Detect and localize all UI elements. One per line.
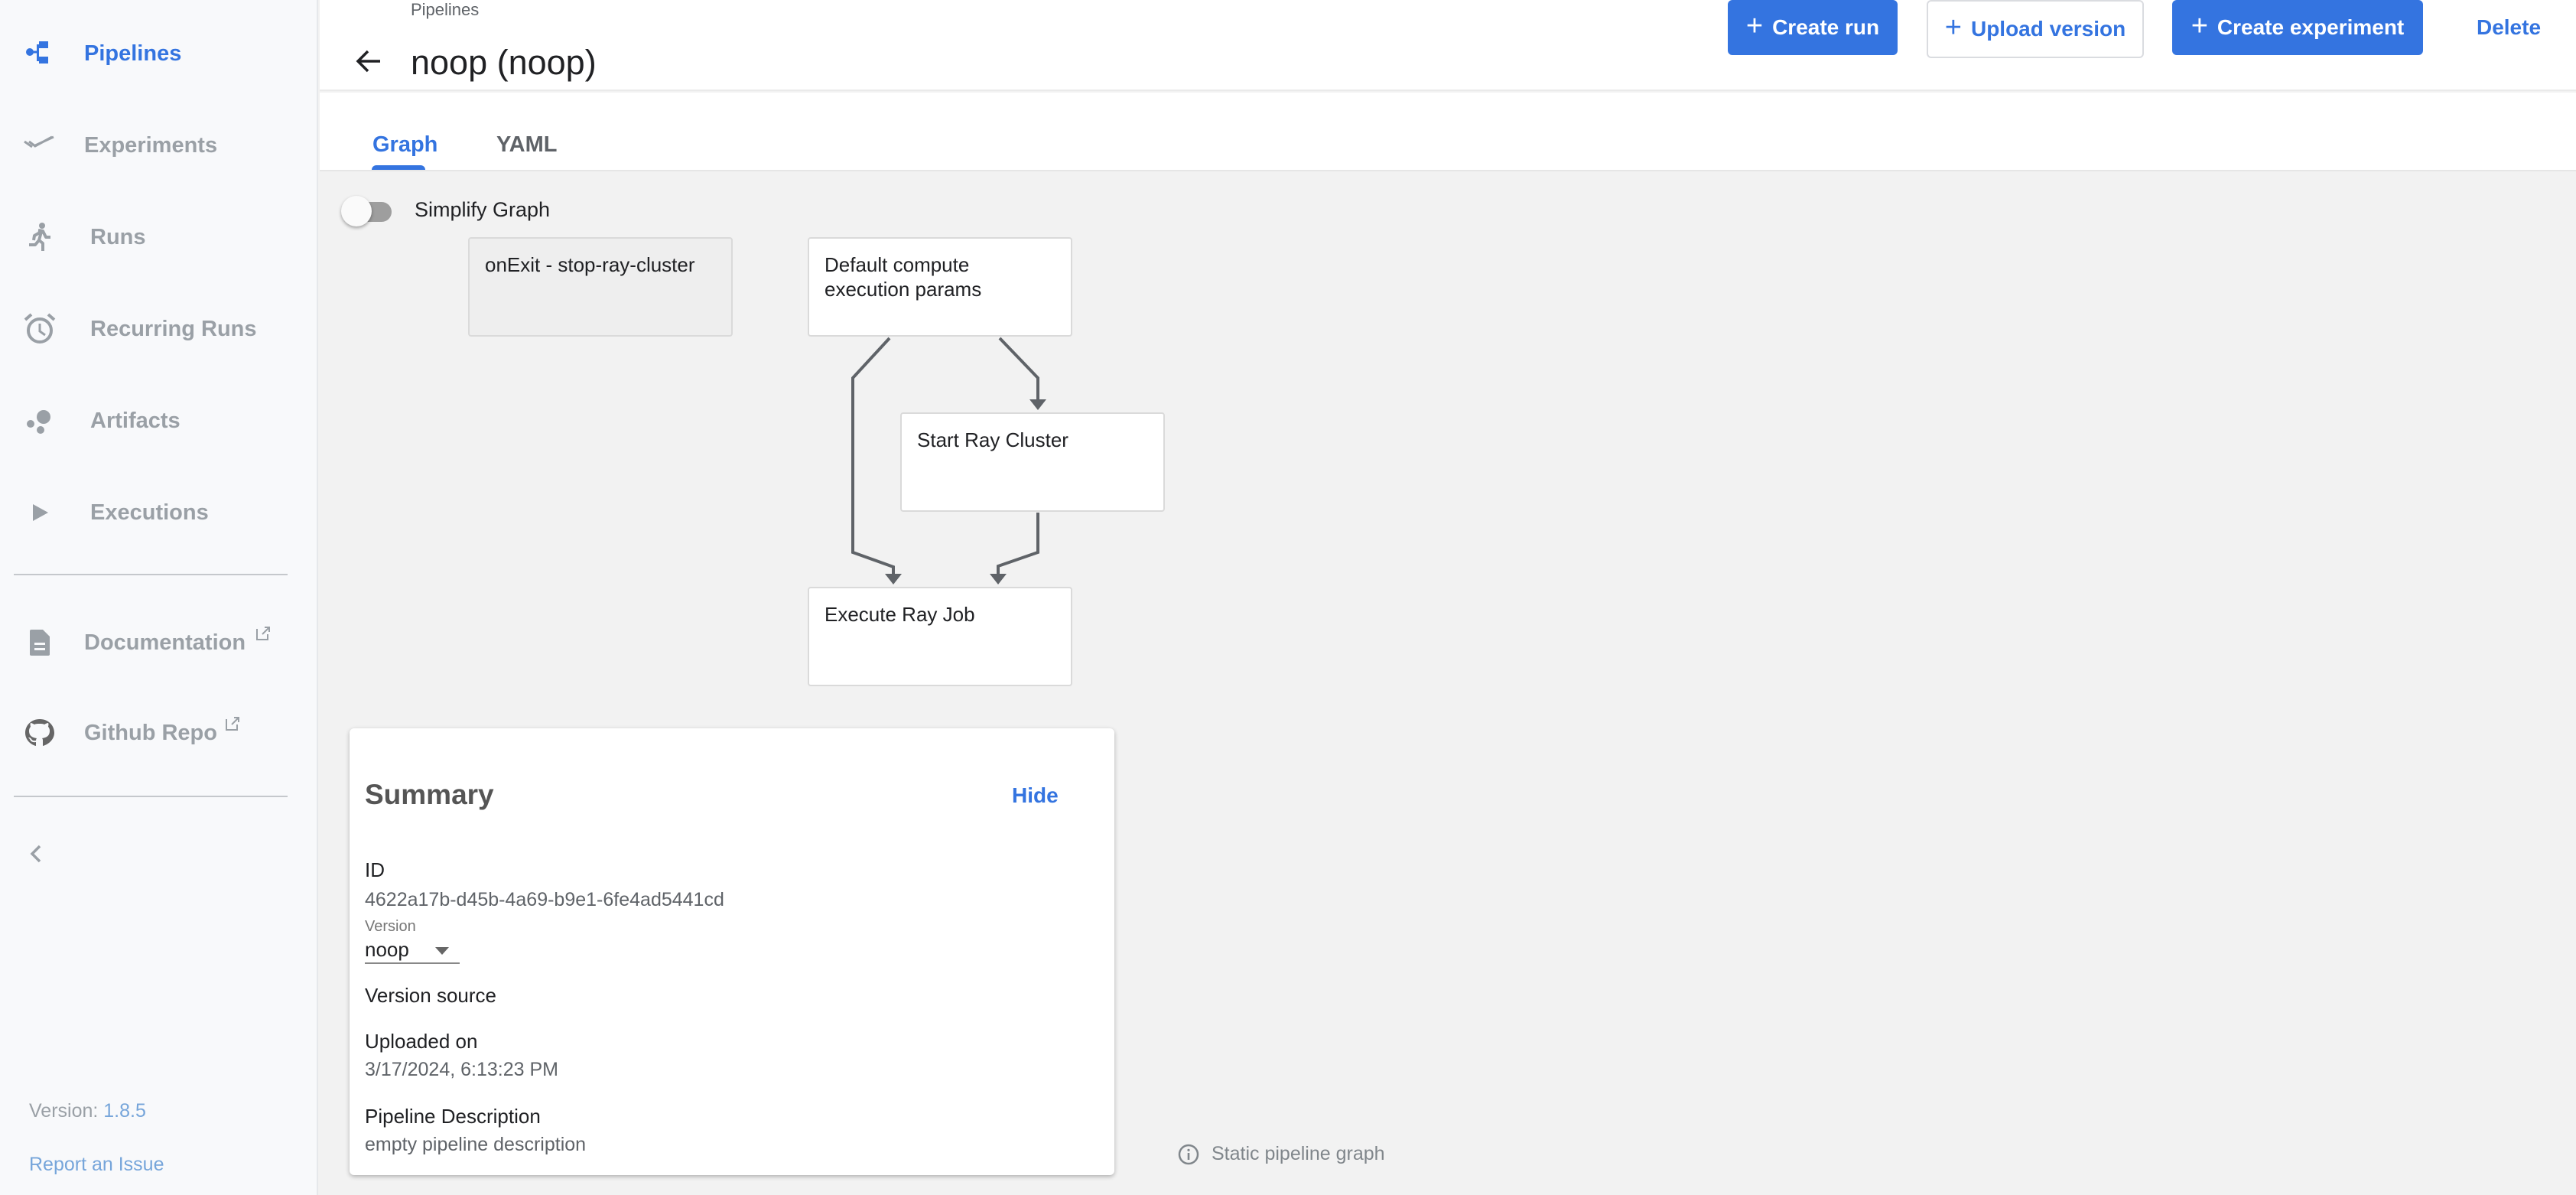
sidebar-item-label: Runs bbox=[90, 224, 146, 249]
github-icon bbox=[21, 715, 58, 751]
version-link[interactable]: 1.8.5 bbox=[103, 1100, 146, 1122]
upload-version-button[interactable]: + Upload version bbox=[1927, 0, 2144, 58]
dropdown-arrow-icon bbox=[435, 947, 449, 955]
page-header: Pipelines noop (noop) + Create run + Upl… bbox=[320, 0, 2576, 91]
tab-yaml[interactable]: YAML bbox=[496, 132, 558, 158]
sidebar-item-label: Artifacts bbox=[90, 408, 181, 433]
info-icon bbox=[1178, 1144, 1199, 1164]
version-prefix: Version: bbox=[29, 1100, 104, 1122]
version-select[interactable]: noop bbox=[365, 938, 460, 964]
sidebar-item-pipelines[interactable]: Pipelines bbox=[0, 15, 318, 92]
summary-title: Summary bbox=[365, 779, 494, 810]
sidebar-link-github[interactable]: Github Repo bbox=[0, 695, 318, 771]
sidebar-item-recurring-runs[interactable]: Recurring Runs bbox=[0, 291, 318, 367]
report-issue-link[interactable]: Report an Issue bbox=[29, 1154, 164, 1176]
arrow-back-icon bbox=[356, 50, 380, 73]
breadcrumb[interactable]: Pipelines bbox=[411, 0, 479, 20]
version-select-value: noop bbox=[365, 938, 409, 961]
simplify-graph-toggle[interactable] bbox=[341, 196, 395, 226]
upload-version-label: Upload version bbox=[1970, 17, 2126, 41]
graph-node-onexit[interactable]: onExit - stop-ray-cluster bbox=[468, 237, 733, 337]
graph-node-default-compute[interactable]: Default compute execution params bbox=[808, 237, 1072, 337]
pipelines-icon bbox=[21, 35, 58, 72]
alarm-clock-icon bbox=[21, 311, 58, 347]
sidebar-link-documentation[interactable]: Documentation bbox=[0, 604, 318, 681]
sidebar-item-label: Experiments bbox=[84, 132, 218, 158]
plus-icon: + bbox=[1944, 11, 1962, 44]
pipeline-description-value: empty pipeline description bbox=[365, 1134, 587, 1155]
graph-node-execute-ray-job[interactable]: Execute Ray Job bbox=[808, 587, 1072, 686]
hide-summary-button[interactable]: Hide bbox=[1012, 783, 1059, 808]
active-tab-indicator bbox=[372, 165, 425, 170]
id-value: 4622a17b-d45b-4a69-b9e1-6fe4ad5441cd bbox=[365, 889, 724, 910]
runs-icon bbox=[21, 219, 58, 256]
simplify-graph-label: Simplify Graph bbox=[415, 198, 551, 221]
tab-graph[interactable]: Graph bbox=[372, 132, 437, 158]
experiments-icon bbox=[21, 127, 58, 164]
plus-icon: + bbox=[2191, 10, 2208, 42]
sidebar-item-label: Recurring Runs bbox=[90, 316, 257, 341]
delete-button[interactable]: Delete bbox=[2455, 0, 2562, 55]
document-icon bbox=[21, 624, 58, 661]
pipeline-description-label: Pipeline Description bbox=[365, 1105, 541, 1128]
play-icon bbox=[21, 494, 58, 531]
create-run-label: Create run bbox=[1772, 15, 1880, 39]
sidebar-item-runs[interactable]: Runs bbox=[0, 199, 318, 275]
version-label: Version bbox=[365, 918, 416, 935]
toggle-thumb bbox=[341, 196, 372, 226]
artifacts-icon bbox=[21, 402, 58, 439]
external-link-icon bbox=[225, 716, 240, 731]
sidebar-item-label: Pipelines bbox=[84, 41, 182, 66]
sidebar-divider bbox=[14, 574, 288, 575]
tab-bar: Graph YAML bbox=[320, 93, 2576, 171]
sidebar-item-label: Executions bbox=[90, 500, 209, 525]
back-button[interactable] bbox=[354, 46, 385, 77]
sidebar-divider bbox=[14, 796, 288, 797]
version-info: Version: 1.8.5 bbox=[29, 1100, 146, 1122]
sidebar-item-label: Github Repo bbox=[84, 720, 217, 745]
summary-card: Summary Hide ID 4622a17b-d45b-4a69-b9e1-… bbox=[350, 728, 1114, 1175]
static-graph-note-text: Static pipeline graph bbox=[1212, 1143, 1385, 1164]
version-source-label: Version source bbox=[365, 984, 496, 1007]
sidebar: Pipelines Experiments Runs Recurring Run… bbox=[0, 0, 318, 1195]
static-graph-note: Static pipeline graph bbox=[1178, 1143, 1385, 1165]
id-label: ID bbox=[365, 858, 385, 881]
sidebar-item-label: Documentation bbox=[84, 630, 246, 655]
create-experiment-label: Create experiment bbox=[2217, 15, 2405, 39]
sidebar-item-artifacts[interactable]: Artifacts bbox=[0, 383, 318, 459]
chevron-left-icon bbox=[30, 845, 41, 863]
create-experiment-button[interactable]: + Create experiment bbox=[2172, 0, 2423, 55]
sidebar-item-executions[interactable]: Executions bbox=[0, 474, 318, 551]
graph-node-start-ray-cluster[interactable]: Start Ray Cluster bbox=[900, 412, 1165, 512]
uploaded-on-value: 3/17/2024, 6:13:23 PM bbox=[365, 1059, 558, 1080]
sidebar-item-experiments[interactable]: Experiments bbox=[0, 107, 318, 184]
uploaded-on-label: Uploaded on bbox=[365, 1030, 478, 1053]
external-link-icon bbox=[255, 626, 271, 641]
collapse-sidebar-button[interactable] bbox=[23, 840, 50, 868]
page-title: noop (noop) bbox=[411, 43, 597, 82]
plus-icon: + bbox=[1745, 10, 1764, 42]
create-run-button[interactable]: + Create run bbox=[1728, 0, 1898, 55]
